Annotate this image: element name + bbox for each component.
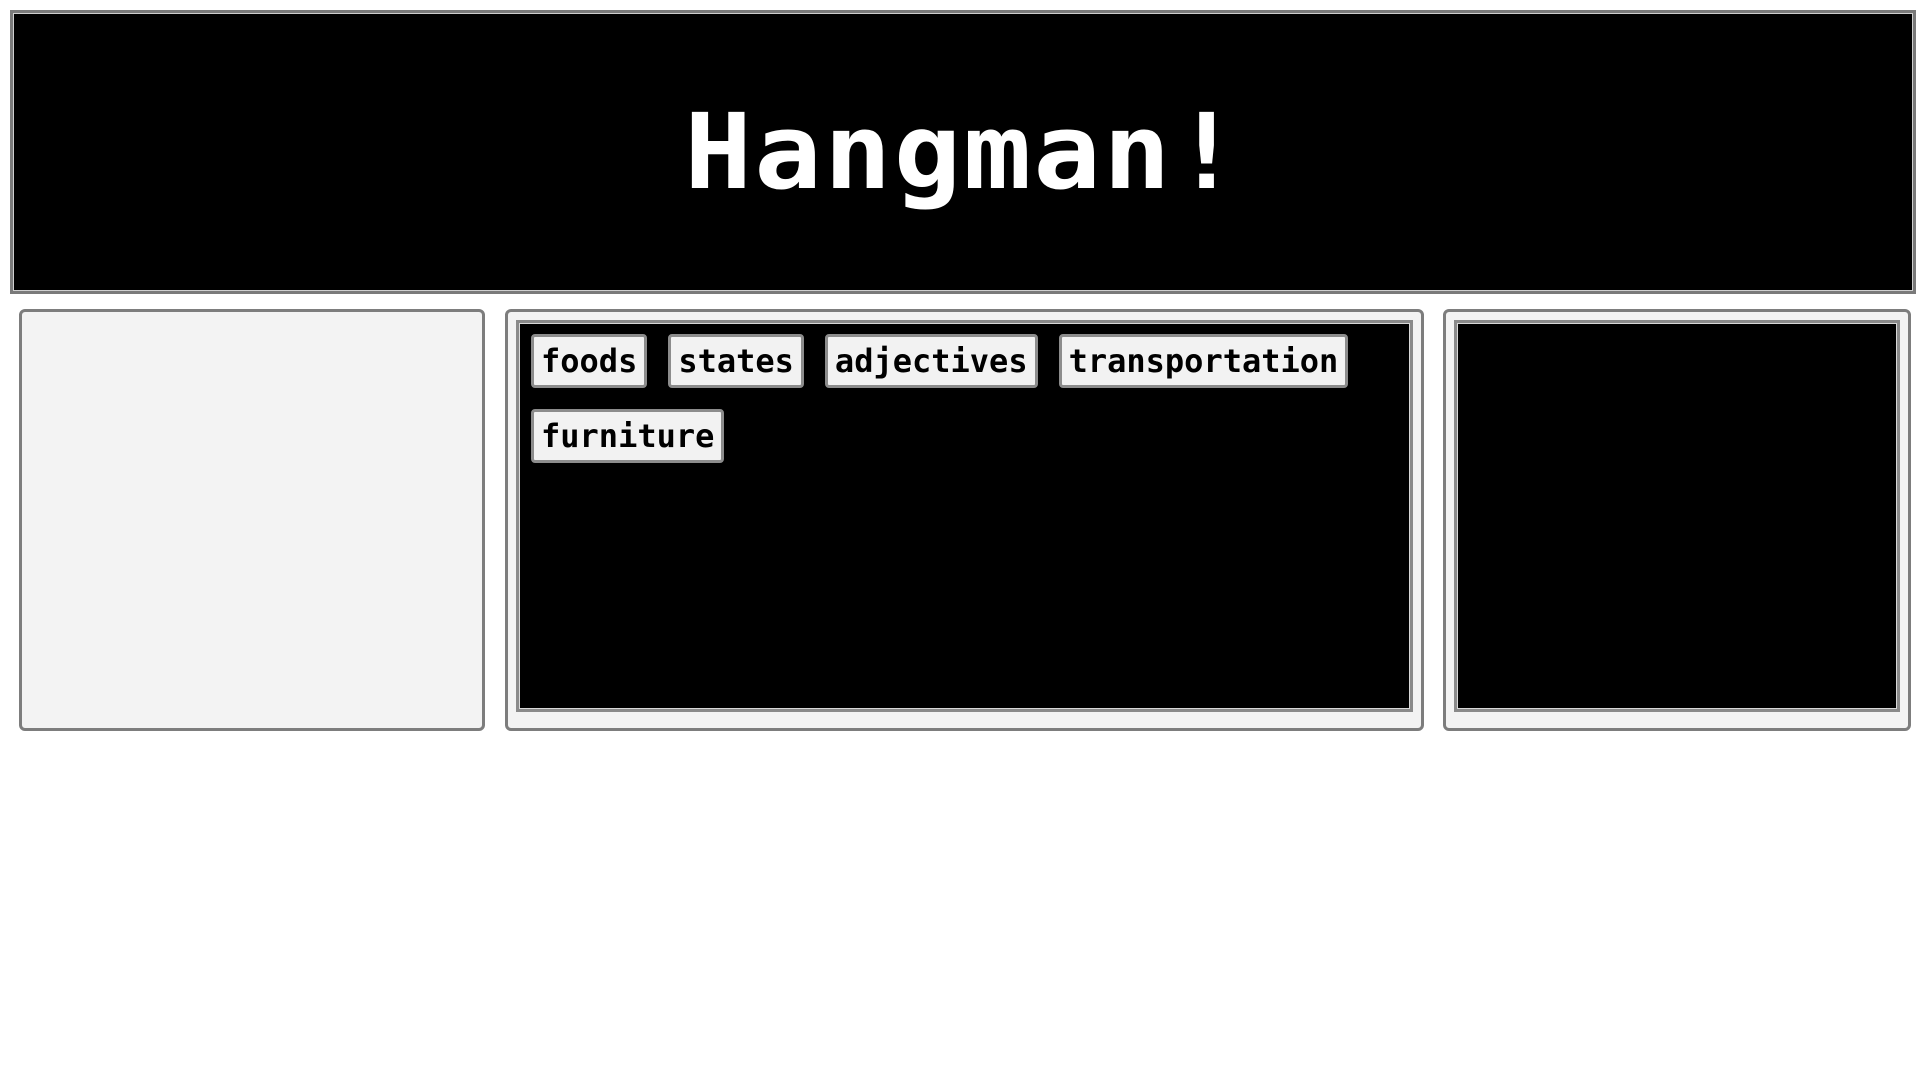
category-panel: foods states adjectives transportation f… [505,309,1424,731]
page-title: Hangman! [683,91,1243,213]
category-list: foods states adjectives transportation f… [516,320,1413,712]
hangman-page: Hangman! foods states adjectives transpo… [0,0,1920,1080]
category-button-states[interactable]: states [668,334,804,388]
category-button-transportation[interactable]: transportation [1058,334,1349,388]
word-display-panel [1443,309,1911,731]
title-banner: Hangman! [10,10,1916,294]
category-button-foods[interactable]: foods [531,334,648,388]
word-display-screen [1454,320,1900,712]
category-button-adjectives[interactable]: adjectives [824,334,1038,388]
category-button-furniture[interactable]: furniture [531,409,725,463]
hangman-drawing-panel [19,309,485,731]
